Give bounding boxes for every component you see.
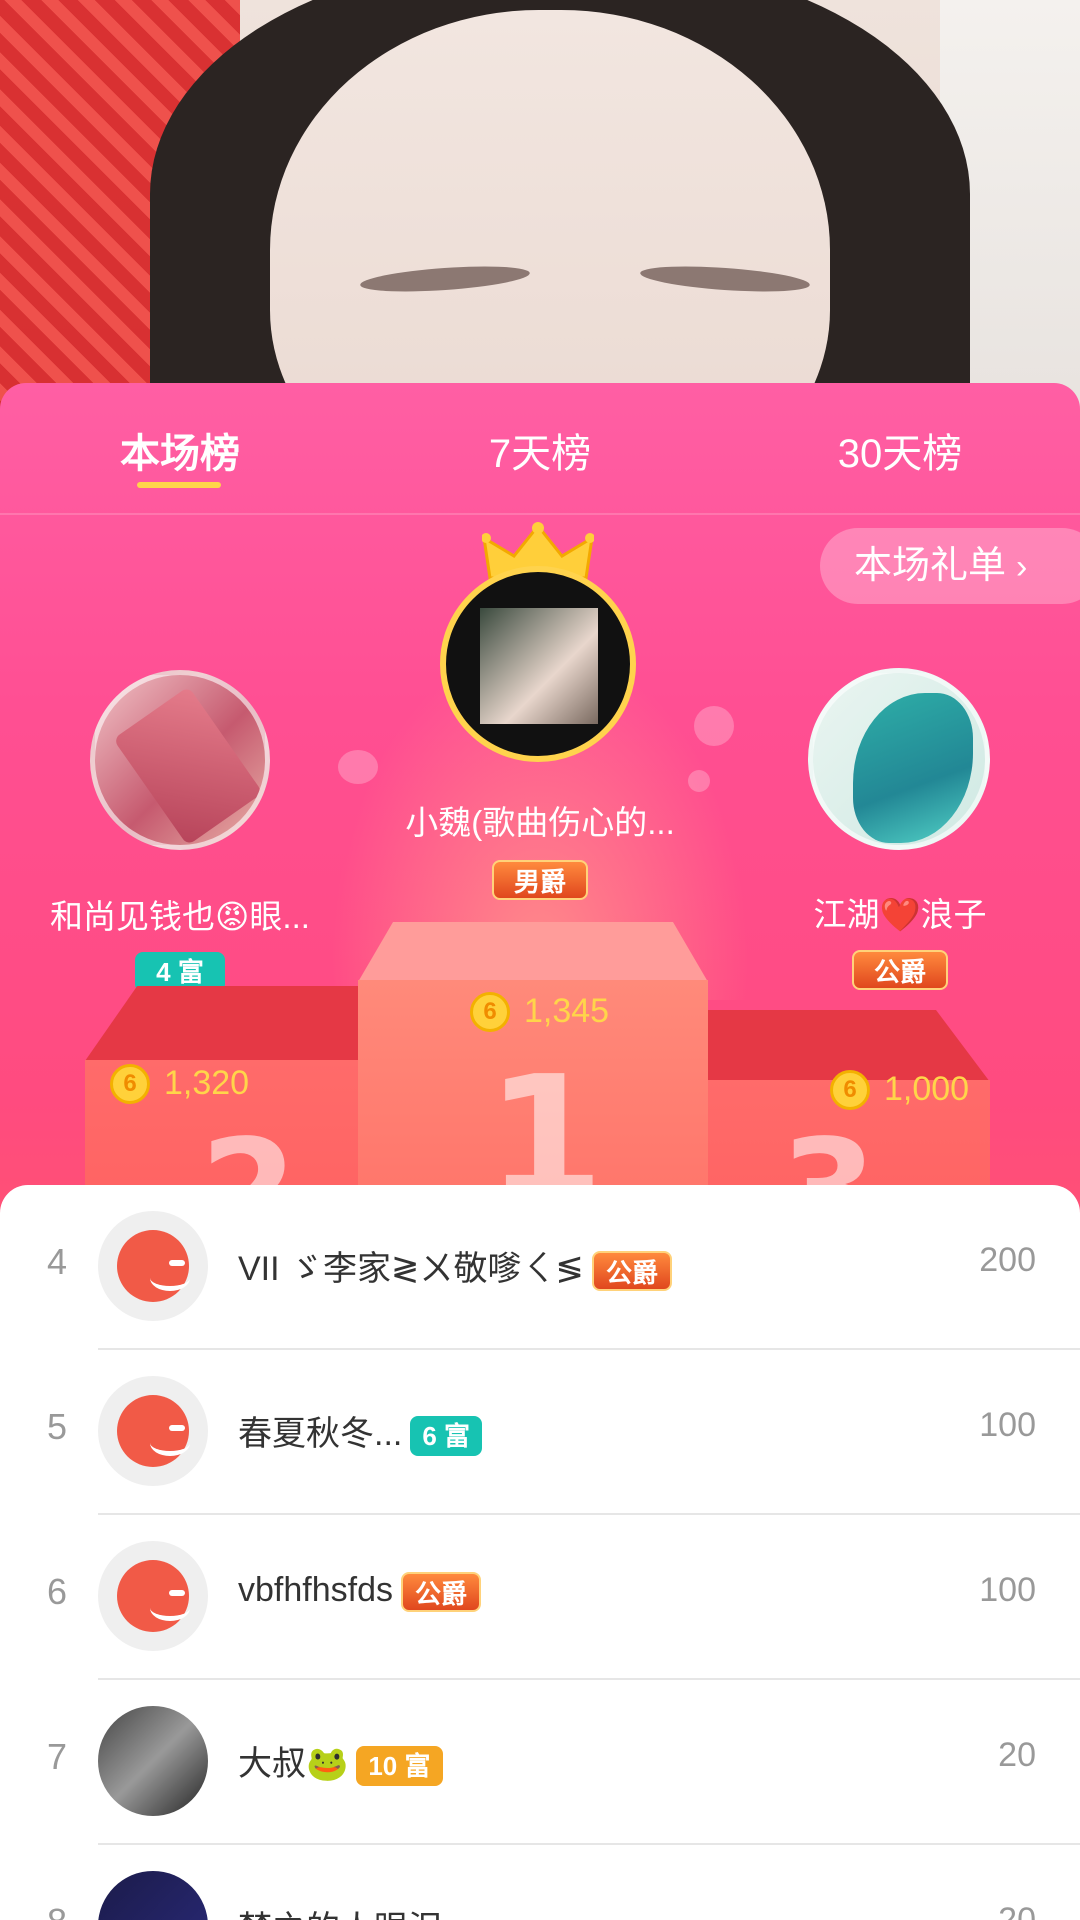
rank-number: 8 bbox=[42, 1901, 72, 1920]
bubble-decoration bbox=[338, 750, 378, 784]
title-badge: 公爵 bbox=[592, 1251, 673, 1292]
list-item[interactable]: 8 梦之的人眼泪 20 bbox=[0, 1845, 1080, 1920]
top3-avatar[interactable] bbox=[808, 668, 990, 850]
gift-list-label: 本场礼单 bbox=[854, 545, 1007, 587]
tab-current-show[interactable]: 本场榜 bbox=[100, 421, 260, 479]
user-name: vbfhfhsfds 公爵 bbox=[238, 1571, 481, 1613]
active-tab-indicator bbox=[137, 482, 221, 488]
score: 200 bbox=[979, 1241, 1036, 1279]
top1-avatar[interactable] bbox=[440, 566, 636, 762]
rank-number: 6 bbox=[46, 1571, 68, 1612]
list-item[interactable]: 4 VII ゞ李家≷ㄨ敬嗲ㄑ≶ 公爵 200 bbox=[0, 1185, 1080, 1350]
avatar bbox=[98, 1376, 208, 1486]
chevron-right-icon: › bbox=[1016, 548, 1028, 586]
tab-divider bbox=[0, 513, 1080, 515]
avatar bbox=[98, 1871, 208, 1920]
avatar bbox=[98, 1211, 208, 1321]
rank-number: 4 bbox=[46, 1241, 68, 1282]
podium-1-top bbox=[358, 922, 708, 982]
bubble-decoration bbox=[688, 770, 710, 792]
user-name: 梦之的人眼泪 bbox=[238, 1901, 442, 1920]
top1-title-badge: 男爵 bbox=[492, 860, 588, 900]
top2-score: 1,320 bbox=[164, 1064, 250, 1102]
coin-icon: 6 bbox=[470, 992, 510, 1032]
ranking-list: 4 VII ゞ李家≷ㄨ敬嗲ㄑ≶ 公爵 200 5 春夏秋冬... 6 富 100 6… bbox=[0, 1185, 1080, 1920]
top3-name[interactable]: 江湖❤️浪子 bbox=[740, 888, 1060, 936]
rich-badge: 10 富 bbox=[356, 1746, 443, 1787]
rank-number: 5 bbox=[46, 1406, 68, 1447]
user-name: 大叔🐸 10 富 bbox=[238, 1736, 443, 1787]
rich-badge: 6 富 bbox=[410, 1416, 483, 1457]
tab-30-days[interactable]: 30天榜 bbox=[820, 421, 980, 479]
rank-number: 7 bbox=[46, 1736, 68, 1777]
user-name: VII ゞ李家≷ㄨ敬嗲ㄑ≶ 公爵 bbox=[238, 1241, 673, 1292]
title-badge: 公爵 bbox=[400, 1572, 481, 1613]
tab-bar: 本场榜 7天榜 30天榜 bbox=[0, 383, 1080, 513]
avatar bbox=[98, 1706, 208, 1816]
list-item[interactable]: 6 vbfhfhsfds 公爵 100 bbox=[0, 1515, 1080, 1680]
coin-icon: 6 bbox=[830, 1070, 870, 1110]
score: 100 bbox=[979, 1571, 1036, 1609]
coin-icon: 6 bbox=[110, 1064, 150, 1104]
gift-list-button[interactable]: 本场礼单 › bbox=[820, 528, 1080, 604]
user-name: 春夏秋冬... 6 富 bbox=[238, 1406, 483, 1457]
tab-7-days[interactable]: 7天榜 bbox=[460, 421, 620, 479]
list-item[interactable]: 7 大叔🐸 10 富 20 bbox=[0, 1680, 1080, 1845]
avatar bbox=[98, 1541, 208, 1651]
screen: 本场榜 7天榜 30天榜 本场礼单 › 小魏(歌曲伤心的... 男爵 和尚见钱也😡… bbox=[0, 0, 1080, 1920]
score: 100 bbox=[979, 1406, 1036, 1444]
top1-name[interactable]: 小魏(歌曲伤心的... bbox=[380, 796, 700, 844]
top1-score: 1,345 bbox=[524, 992, 610, 1030]
score: 20 bbox=[998, 1736, 1036, 1774]
top3-score: 1,000 bbox=[884, 1070, 970, 1108]
score: 20 bbox=[998, 1901, 1036, 1920]
bubble-decoration bbox=[694, 706, 734, 746]
top2-avatar[interactable] bbox=[90, 670, 270, 850]
top3-title-badge: 公爵 bbox=[852, 950, 948, 990]
list-item[interactable]: 5 春夏秋冬... 6 富 100 bbox=[0, 1350, 1080, 1515]
top2-name[interactable]: 和尚见钱也😡眼... bbox=[20, 890, 340, 938]
